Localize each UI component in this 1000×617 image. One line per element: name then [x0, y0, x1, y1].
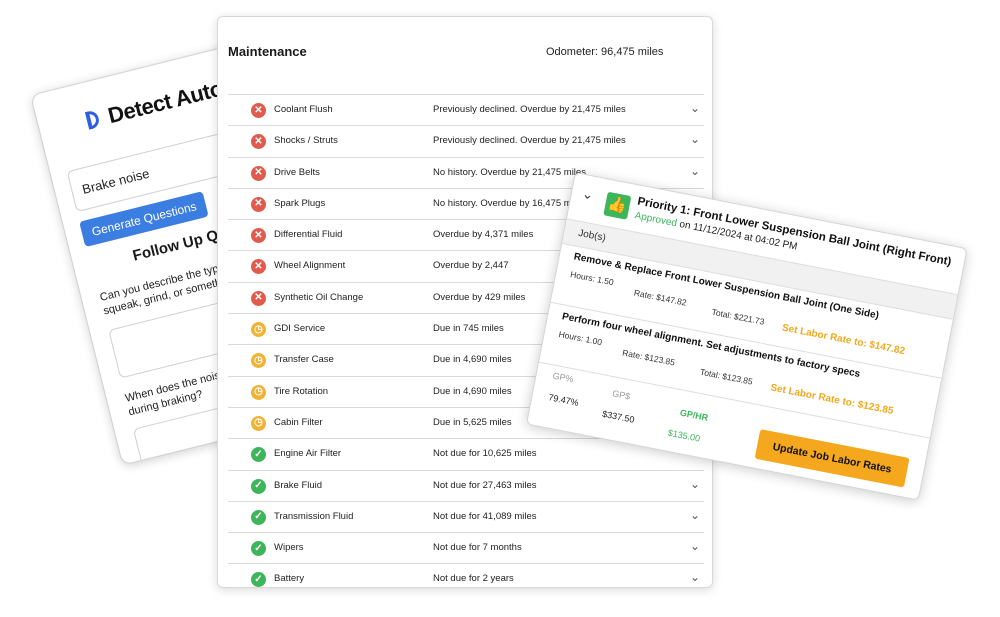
overdue-x-icon: ✕	[251, 290, 266, 306]
maintenance-row[interactable]: ✕ Shocks / Struts Previously declined. Ove…	[228, 125, 704, 156]
service-status: Not due for 2 years	[433, 573, 514, 585]
logo-text: Detect Auto	[105, 75, 226, 129]
job-rate: Rate: $123.85	[621, 347, 676, 368]
detect-auto-logo-icon	[85, 108, 107, 132]
due-clock-icon: ◷	[251, 415, 266, 431]
service-status: Not due for 41,089 miles	[433, 510, 537, 522]
ok-check-icon: ✓	[251, 572, 266, 588]
gp-dollar-label: GP$	[611, 388, 632, 402]
gp-hr-label: GP/HR	[679, 407, 709, 423]
overdue-x-icon: ✕	[251, 134, 266, 150]
service-status: Previously declined. Overdue by 21,475 m…	[433, 104, 626, 115]
service-status: Not due for 27,463 miles	[433, 479, 537, 491]
service-name: Battery	[274, 573, 305, 585]
service-status: Due in 745 miles	[433, 323, 504, 335]
ok-check-icon: ✓	[251, 478, 266, 494]
service-name: Transmission Fluid	[274, 510, 354, 522]
service-name: Engine Air Filter	[274, 448, 342, 460]
maintenance-row[interactable]: ✓ Battery Not due for 2 years ⌄	[228, 563, 704, 594]
service-name: Coolant Flush	[274, 104, 333, 115]
overdue-x-icon: ✕	[251, 196, 266, 212]
gp-percent-label: GP%	[551, 370, 575, 385]
expand-chevron-icon[interactable]: ⌄	[690, 539, 700, 553]
service-name: GDI Service	[274, 323, 326, 335]
expand-chevron-icon[interactable]: ⌄	[690, 101, 700, 115]
maintenance-row[interactable]: ✓ Wipers Not due for 7 months ⌄	[228, 532, 704, 563]
job-total: Total: $123.85	[699, 366, 754, 387]
service-name: Differential Fluid	[274, 229, 343, 241]
overdue-x-icon: ✕	[251, 228, 266, 244]
service-status: Overdue by 429 miles	[433, 291, 526, 303]
service-status: Not due for 7 months	[433, 542, 522, 554]
service-name: Transfer Case	[274, 354, 334, 366]
ok-check-icon: ✓	[251, 541, 266, 557]
service-name: Wheel Alignment	[274, 260, 346, 272]
overdue-x-icon: ✕	[251, 259, 266, 275]
update-job-labor-rates-button[interactable]: Update Job Labor Rates	[754, 429, 910, 488]
service-status: No history. Overdue by 16,475 miles	[433, 197, 586, 209]
job-total: Total: $221.73	[710, 306, 766, 327]
expand-chevron-icon[interactable]: ⌄	[690, 164, 700, 178]
maintenance-title: Maintenance	[228, 44, 307, 59]
service-name: Synthetic Oil Change	[274, 291, 364, 303]
service-name: Brake Fluid	[274, 479, 323, 491]
maintenance-row[interactable]: ✕ Coolant Flush Previously declined. Overd…	[228, 94, 704, 125]
job-hours: Hours: 1.50	[569, 269, 615, 288]
service-name: Shocks / Struts	[274, 135, 338, 147]
service-status: No history. Overdue by 21,475 miles	[433, 166, 586, 178]
service-status: Due in 4,690 miles	[433, 385, 512, 397]
collapse-chevron-icon[interactable]: ⌄	[580, 185, 596, 204]
jobs-header-label: Job(s)	[577, 227, 607, 244]
service-name: Spark Plugs	[274, 197, 326, 209]
maintenance-row[interactable]: ✓ Brake Fluid Not due for 27,463 miles ⌄	[228, 469, 704, 501]
thumbs-up-icon: 👍	[603, 191, 632, 220]
service-status: Previously declined. Overdue by 21,475 m…	[433, 135, 626, 147]
ok-check-icon: ✓	[251, 447, 266, 463]
service-status: Due in 4,690 miles	[433, 354, 512, 366]
due-clock-icon: ◷	[251, 353, 266, 369]
maintenance-row[interactable]: ✓ Transmission Fluid Not due for 41,089 mi…	[228, 500, 704, 532]
service-name: Cabin Filter	[274, 416, 323, 428]
expand-chevron-icon[interactable]: ⌄	[690, 570, 700, 584]
odometer-reading: Odometer: 96,475 miles	[546, 46, 664, 58]
ok-check-icon: ✓	[251, 509, 266, 525]
service-status: Due in 5,625 miles	[433, 416, 512, 428]
detect-auto-logo: Detect Auto	[84, 76, 225, 135]
service-status: Overdue by 2,447	[433, 260, 509, 272]
service-status: Overdue by 4,371 miles	[433, 229, 534, 241]
gp-hr-value: $135.00	[667, 427, 701, 444]
service-status: Not due for 10,625 miles	[433, 448, 537, 460]
overdue-x-icon: ✕	[251, 165, 266, 181]
gp-dollar-value: $337.50	[601, 408, 636, 425]
expand-chevron-icon[interactable]: ⌄	[690, 477, 700, 491]
gp-percent-value: 79.47%	[547, 392, 580, 408]
overdue-x-icon: ✕	[251, 103, 266, 118]
job-hours: Hours: 1.00	[557, 328, 603, 348]
due-clock-icon: ◷	[251, 322, 266, 338]
service-name: Tire Rotation	[274, 385, 329, 397]
expand-chevron-icon[interactable]: ⌄	[690, 132, 700, 146]
job-rate: Rate: $147.82	[633, 287, 688, 308]
service-name: Drive Belts	[274, 166, 320, 178]
service-name: Wipers	[274, 542, 304, 554]
set-labor-rate-link[interactable]: Set Labor Rate to: $123.85	[769, 382, 894, 417]
due-clock-icon: ◷	[251, 384, 266, 400]
expand-chevron-icon[interactable]: ⌄	[690, 508, 700, 522]
